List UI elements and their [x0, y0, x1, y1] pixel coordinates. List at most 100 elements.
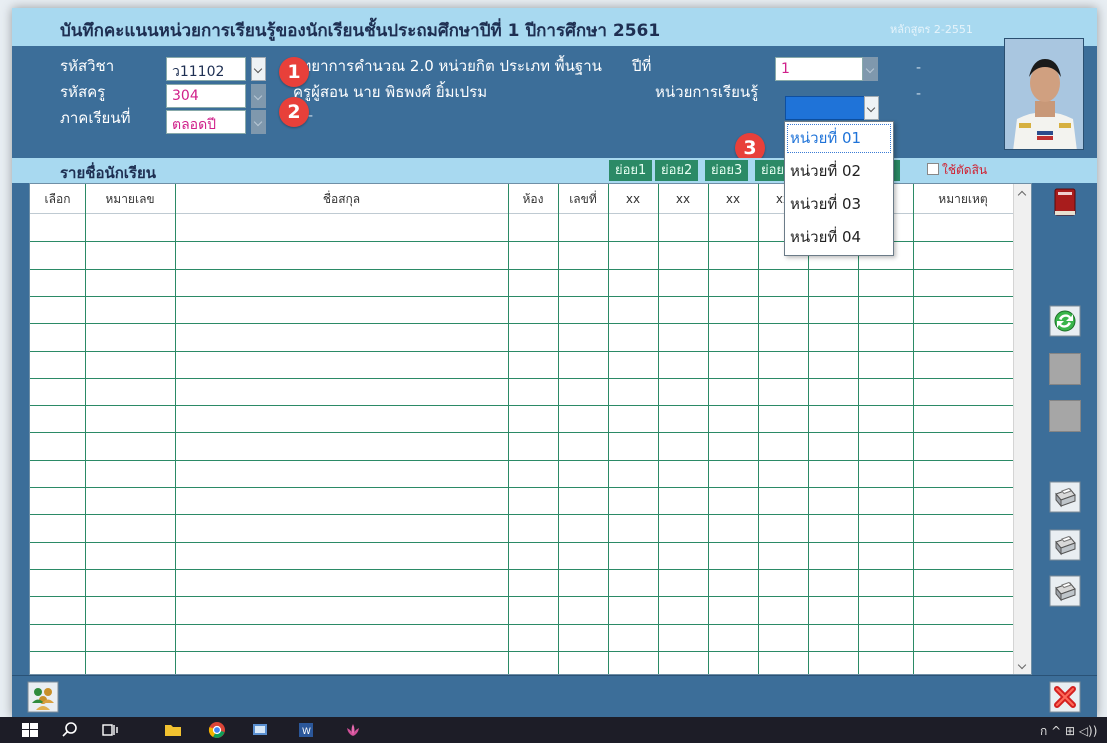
table-row[interactable] — [30, 296, 1015, 297]
column-header-score-2: xx — [675, 192, 691, 206]
svg-text:W: W — [302, 727, 311, 737]
unit-option-02[interactable]: หน่วยที่ 02 — [785, 155, 893, 188]
scroll-down-icon[interactable] — [1017, 660, 1027, 670]
printer-icon — [1049, 481, 1081, 513]
unit-label: หน่วยการเรียนรู้ — [655, 83, 759, 101]
subtab-3[interactable]: ย่อย3 — [705, 160, 749, 181]
lotus-icon[interactable] — [343, 720, 363, 740]
table-row[interactable] — [30, 569, 1015, 570]
windows-start-icon[interactable] — [20, 720, 40, 740]
year-label: ปีที่ — [632, 57, 652, 75]
task-view-icon[interactable] — [100, 720, 120, 740]
term-label: ภาคเรียนที่ — [60, 109, 131, 127]
table-row[interactable] — [30, 542, 1015, 543]
person-photo-icon — [1005, 39, 1083, 149]
table-row[interactable] — [30, 487, 1015, 488]
printer-icon — [1049, 529, 1081, 561]
teacher-code-dropdown-button[interactable] — [251, 84, 266, 108]
column-header-remark: หมายเหตุ — [938, 192, 988, 206]
print-button-1[interactable] — [1049, 481, 1081, 513]
table-vertical-scrollbar[interactable] — [1013, 184, 1031, 674]
year-field[interactable]: 1 — [775, 57, 863, 81]
year-dash: - — [916, 60, 922, 76]
table-row[interactable] — [30, 651, 1015, 652]
term-dropdown-button[interactable] — [251, 110, 266, 134]
scroll-up-icon[interactable] — [1017, 190, 1027, 200]
table-row[interactable] — [30, 269, 1015, 270]
book-button[interactable] — [1049, 186, 1081, 218]
table-row[interactable] — [30, 596, 1015, 597]
table-row[interactable] — [30, 514, 1015, 515]
close-button[interactable] — [1049, 681, 1081, 713]
users-icon — [27, 681, 59, 713]
teacher-code-label: รหัสครู — [60, 83, 106, 101]
table-column-line — [758, 184, 759, 674]
unit-dash: - — [916, 86, 922, 102]
student-list-bar: รายชื่อนักเรียน ย่อย1 ย่อย2 ย่อย3 ย่อย4 … — [12, 158, 1097, 183]
unit-option-03[interactable]: หน่วยที่ 03 — [785, 188, 893, 221]
course-description: วิทยาการคำนวณ 2.0 หน่วยกิต ประเภท พื้นฐา… — [293, 57, 602, 75]
table-column-line — [608, 184, 609, 674]
column-header-score-3: xx — [725, 192, 741, 206]
student-score-table: เลือก หมายเลข ชื่อสกุล ห้อง เลขที่ xx xx… — [29, 183, 1032, 675]
table-row[interactable] — [30, 460, 1015, 461]
subtab-2[interactable]: ย่อย2 — [655, 160, 699, 181]
table-row[interactable] — [30, 378, 1015, 379]
student-list-title: รายชื่อนักเรียน — [60, 164, 157, 182]
table-column-line — [508, 184, 509, 674]
final-checkbox-label: ใช้ตัดสิน — [942, 163, 988, 177]
system-tray[interactable]: ก ^ ⊞ ◁)) — [1040, 722, 1097, 741]
table-column-line — [558, 184, 559, 674]
os-taskbar: W ก ^ ⊞ ◁)) — [0, 717, 1107, 743]
teacher-code-field[interactable]: 304 — [166, 84, 246, 108]
unit-select[interactable] — [785, 96, 875, 120]
course-code-dropdown-button[interactable] — [251, 57, 266, 81]
teacher-photo — [1004, 38, 1084, 150]
subtab-1[interactable]: ย่อย1 — [609, 160, 653, 181]
step-badge-2: 2 — [279, 97, 309, 127]
search-icon[interactable] — [60, 720, 80, 740]
table-row[interactable] — [30, 351, 1015, 352]
app-window-icon[interactable] — [250, 720, 270, 740]
blank-button-1[interactable] — [1049, 353, 1081, 385]
table-column-line — [708, 184, 709, 674]
table-row[interactable] — [30, 432, 1015, 433]
app-window: บันทึกคะแนนหน่วยการเรียนรู้ของนักเรียนชั… — [12, 8, 1097, 717]
final-checkbox[interactable] — [927, 163, 939, 175]
table-column-line — [658, 184, 659, 674]
course-code-label: รหัสวิชา — [60, 57, 115, 75]
table-row[interactable] — [30, 624, 1015, 625]
print-button-3[interactable] — [1049, 575, 1081, 607]
year-dropdown-button[interactable] — [863, 57, 878, 81]
table-row[interactable] — [30, 405, 1015, 406]
column-header-room: ห้อง — [522, 192, 544, 206]
chrome-icon[interactable] — [207, 720, 227, 740]
step-badge-1: 1 — [279, 57, 309, 87]
column-header-number: เลขที่ — [569, 192, 597, 206]
unit-option-01[interactable]: หน่วยที่ 01 — [785, 122, 893, 155]
printer-icon — [1049, 575, 1081, 607]
users-button[interactable] — [27, 681, 59, 713]
table-column-line — [808, 184, 809, 674]
term-field[interactable]: ตลอดปี — [166, 110, 246, 134]
blank-button-2[interactable] — [1049, 400, 1081, 432]
table-column-line — [85, 184, 86, 674]
course-code-field[interactable]: ว11102 — [166, 57, 246, 81]
table-column-line — [913, 184, 914, 674]
print-button-2[interactable] — [1049, 529, 1081, 561]
bottom-toolbar — [12, 675, 1097, 717]
curriculum-label: หลักสูตร 2-2551 — [890, 23, 973, 36]
word-icon[interactable]: W — [296, 720, 316, 740]
table-column-line — [175, 184, 176, 674]
close-icon — [1049, 681, 1081, 713]
unit-dropdown-list: หน่วยที่ 01 หน่วยที่ 02 หน่วยที่ 03 หน่ว… — [784, 121, 894, 256]
table-row[interactable] — [30, 323, 1015, 324]
column-header-score-1: xx — [625, 192, 641, 206]
unit-dropdown-button[interactable] — [864, 96, 879, 120]
book-icon — [1054, 188, 1076, 216]
folder-icon[interactable] — [163, 720, 183, 740]
column-header-name: ชื่อสกุล — [322, 192, 361, 206]
refresh-icon — [1049, 305, 1081, 337]
unit-option-04[interactable]: หน่วยที่ 04 — [785, 221, 893, 254]
refresh-button[interactable] — [1049, 305, 1081, 337]
